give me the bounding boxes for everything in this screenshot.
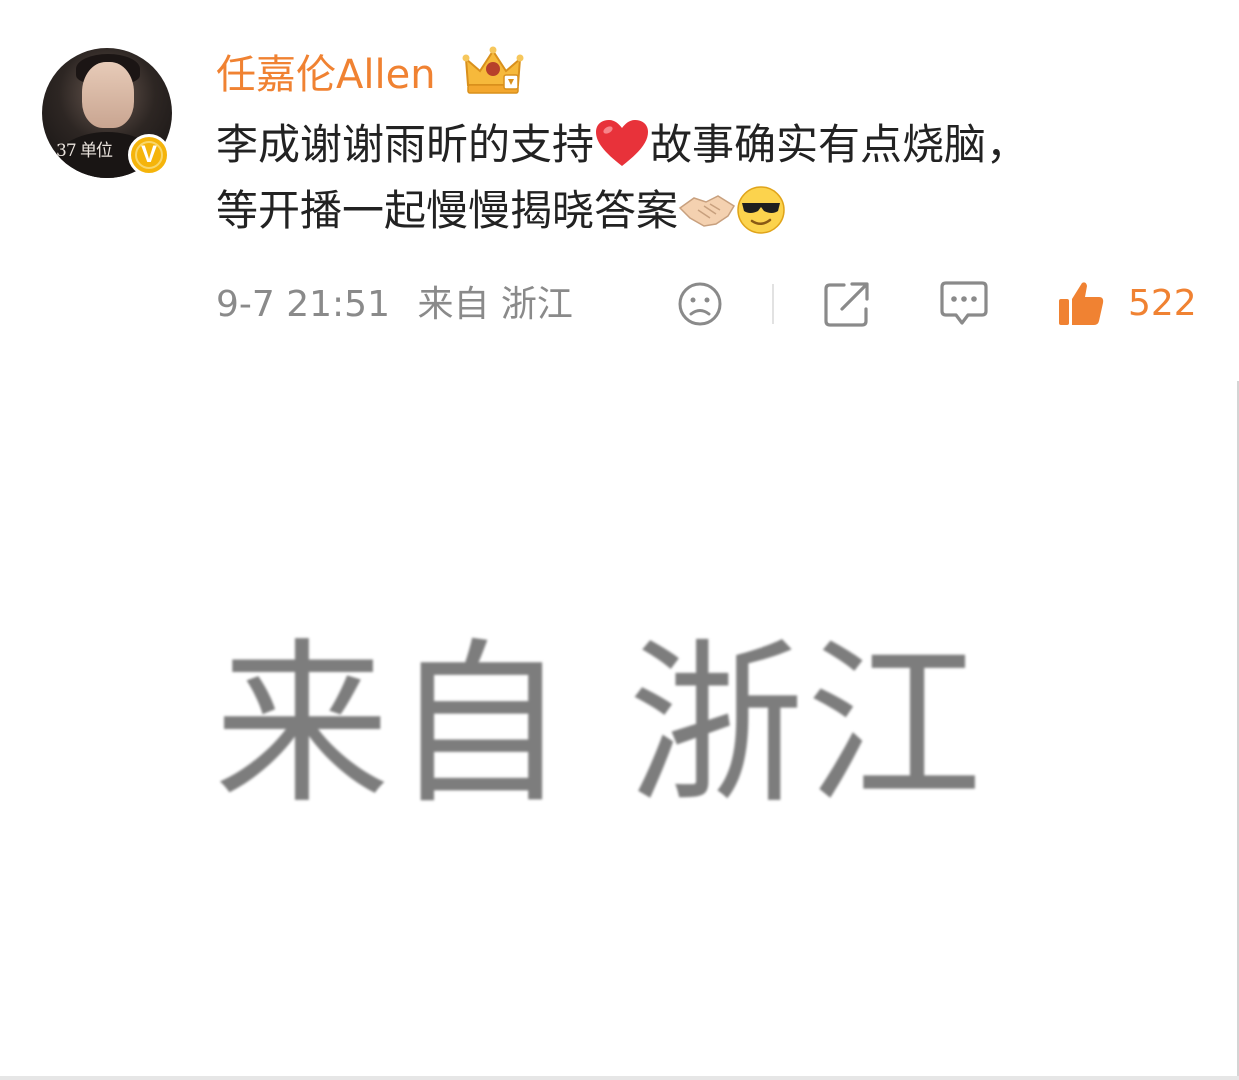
comment-text-part-2: 故事确实有点烧脑， bbox=[650, 120, 1029, 169]
comment-text-part-3: 等开播一起慢慢揭晓答案 bbox=[216, 186, 679, 235]
handshake-emoji-icon bbox=[678, 194, 736, 227]
comment-text-part-1: 李成谢谢雨昕的支持 bbox=[216, 120, 595, 169]
comment-line-1: 李成谢谢雨昕的支持 故事确实有点烧脑， bbox=[216, 112, 1216, 178]
zoomed-location-text: 来自 浙江 bbox=[214, 623, 984, 828]
like-count: 522 bbox=[1128, 283, 1197, 324]
username[interactable]: 任嘉伦Allen bbox=[216, 50, 436, 100]
weibo-comment: 37 单位 V 任嘉伦Allen 李成谢谢雨昕的支持 故事确实有点烧脑， 等开播一… bbox=[0, 0, 1239, 370]
comment-timestamp: 9-7 21:51 bbox=[216, 284, 390, 325]
share-button[interactable] bbox=[822, 278, 872, 330]
sunglasses-face-emoji-icon bbox=[737, 185, 785, 234]
share-icon bbox=[824, 282, 869, 327]
avatar-caption: 37 单位 bbox=[56, 141, 113, 161]
comment-icon bbox=[940, 281, 988, 325]
action-divider bbox=[772, 284, 774, 324]
bottom-border bbox=[0, 1076, 1239, 1080]
comment-meta: 9-7 21:51 来自 浙江 bbox=[216, 282, 573, 328]
crown-badge-icon[interactable] bbox=[462, 45, 524, 97]
dislike-button[interactable] bbox=[676, 278, 724, 330]
verified-badge-icon: V bbox=[128, 134, 170, 176]
comment-location: 来自 浙江 bbox=[417, 284, 573, 325]
comment-button[interactable] bbox=[938, 278, 990, 330]
sad-face-icon bbox=[678, 282, 722, 326]
thumbs-up-icon bbox=[1059, 282, 1104, 325]
red-heart-emoji-icon bbox=[596, 119, 649, 166]
comment-text: 李成谢谢雨昕的支持 故事确实有点烧脑， 等开播一起慢慢揭晓答案 bbox=[216, 112, 1216, 244]
avatar-face bbox=[82, 62, 134, 128]
comment-line-2: 等开播一起慢慢揭晓答案 bbox=[216, 178, 1216, 244]
like-button[interactable]: 522 bbox=[1056, 278, 1197, 330]
